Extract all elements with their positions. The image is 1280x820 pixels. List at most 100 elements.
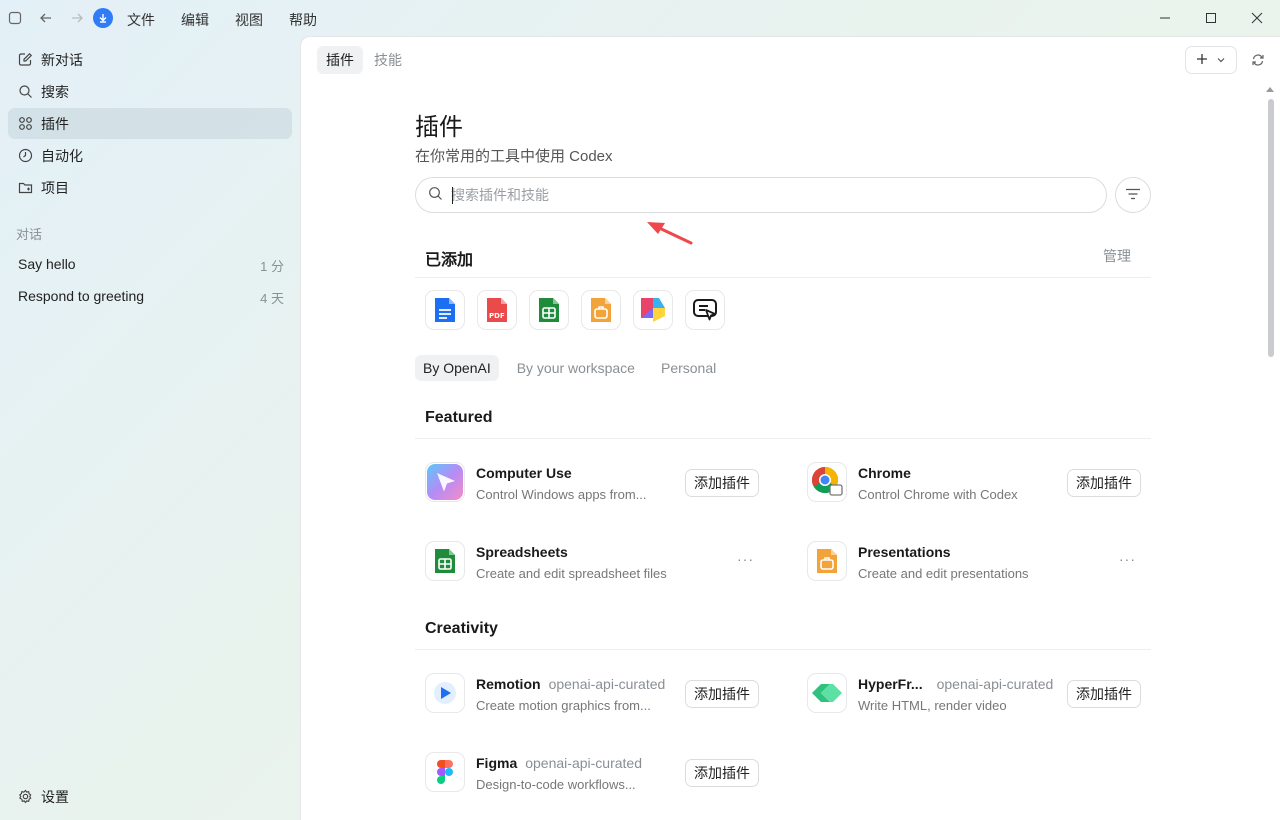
search-icon [17, 84, 33, 100]
search-field[interactable] [415, 177, 1107, 213]
more-options-icon[interactable]: ··· [737, 551, 754, 567]
add-plugin-button[interactable]: 添加插件 [1067, 469, 1141, 497]
divider [415, 438, 1151, 439]
manage-link[interactable]: 管理 [1103, 246, 1131, 266]
chevron-down-icon [1216, 52, 1226, 68]
sidebar-item-label: 项目 [41, 179, 69, 196]
minimize-button[interactable] [1142, 0, 1188, 36]
sidebar-toggle-icon[interactable] [2, 5, 28, 31]
plugin-card-chrome[interactable]: Chrome Control Chrome with Codex 添加插件 [797, 462, 1157, 504]
plugin-description: Create motion graphics from... [476, 698, 651, 713]
plugin-card-remotion[interactable]: Remotion openai-api-curated Create motion… [415, 673, 775, 715]
menu-view[interactable]: 视图 [235, 10, 263, 30]
filter-tab-by-workspace[interactable]: By your workspace [509, 355, 643, 381]
sidebar-item-label: 搜索 [41, 83, 69, 100]
chrome-icon [807, 462, 847, 502]
plugin-description: Design-to-code workflows... [476, 777, 636, 792]
plugin-source: openai-api-curated [525, 755, 642, 771]
sidebar-item-projects[interactable]: 项目 [8, 172, 292, 203]
plugin-card-presentations[interactable]: Presentations Create and edit presentati… [797, 541, 1157, 583]
add-plugin-button[interactable]: 添加插件 [685, 469, 759, 497]
slides-app-icon[interactable] [581, 290, 621, 330]
added-heading: 已添加 [425, 252, 474, 269]
filter-icon [1125, 187, 1141, 203]
sidebar-item-plugins[interactable]: 插件 [8, 108, 292, 139]
plugin-card-figma[interactable]: Figma openai-api-curated Design-to-code w… [415, 752, 775, 794]
filter-tab-by-openai[interactable]: By OpenAI [415, 355, 499, 381]
sidebar-item-new-chat[interactable]: 新对话 [8, 44, 292, 75]
more-options-icon[interactable]: ··· [1119, 551, 1136, 567]
chat-item[interactable]: Respond to greeting 4 天 [18, 288, 284, 307]
divider [415, 277, 1151, 278]
annotation-arrow [647, 222, 693, 245]
plugin-name: Spreadsheets [476, 544, 568, 560]
close-button[interactable] [1234, 0, 1280, 36]
pdf-app-icon[interactable]: PDF [477, 290, 517, 330]
tab-plugins[interactable]: 插件 [317, 46, 363, 74]
sidebar-item-label: 插件 [41, 115, 69, 132]
plugin-name: Figma openai-api-curated [476, 755, 642, 771]
plugin-card-hyperframes[interactable]: HyperFr... openai-api-curated Write HTML,… [797, 673, 1157, 715]
back-arrow-icon[interactable] [33, 5, 59, 31]
plugin-source: openai-api-curated [936, 676, 1054, 692]
top-tabs: 插件 技能 [317, 46, 413, 74]
plugin-name: Presentations [858, 544, 951, 560]
menu-file[interactable]: 文件 [127, 10, 155, 30]
folder-icon [17, 180, 33, 196]
plugin-description: Control Chrome with Codex [858, 487, 1018, 502]
plugin-source: openai-api-curated [548, 676, 666, 692]
grid-icon [17, 116, 33, 132]
plugin-title: Figma [476, 755, 518, 771]
plugin-name: HyperFr... openai-api-curated [858, 676, 1053, 692]
main-panel: 插件 技能 插件 在你常用的工具中使用 Codex 已添加 管理 PDF [300, 36, 1280, 820]
divider [415, 649, 1151, 650]
download-icon[interactable] [93, 8, 113, 28]
chat-item[interactable]: Say hello 1 分 [18, 256, 284, 275]
filter-button[interactable] [1115, 177, 1151, 213]
search-input[interactable] [451, 187, 1051, 203]
remotion-icon [425, 673, 465, 713]
refresh-icon[interactable] [1247, 49, 1269, 71]
sidebar-item-search[interactable]: 搜索 [8, 76, 292, 107]
menu-help[interactable]: 帮助 [289, 10, 317, 30]
plugin-title: Remotion [476, 676, 541, 692]
scroll-up-arrow[interactable] [1266, 87, 1274, 92]
title-bar: 文件 编辑 视图 帮助 [0, 0, 1280, 36]
add-dropdown-button[interactable] [1185, 46, 1237, 74]
add-plugin-button[interactable]: 添加插件 [685, 680, 759, 708]
sidebar-item-label: 新对话 [41, 51, 83, 68]
menu-edit[interactable]: 编辑 [181, 10, 209, 30]
plugin-description: Control Windows apps from... [476, 487, 647, 502]
add-plugin-button[interactable]: 添加插件 [685, 759, 759, 787]
scrollbar-thumb[interactable] [1268, 99, 1274, 357]
sidebar-item-label: 自动化 [41, 147, 83, 164]
sheets-app-icon[interactable] [529, 290, 569, 330]
docs-app-icon[interactable] [425, 290, 465, 330]
computer-use-app-icon[interactable] [685, 290, 725, 330]
svg-text:PDF: PDF [489, 312, 505, 320]
plus-icon [1196, 52, 1208, 68]
forward-arrow-icon[interactable] [64, 5, 90, 31]
edit-icon [17, 52, 33, 68]
plugin-card-computer-use[interactable]: Computer Use Control Windows apps from..… [415, 462, 775, 504]
chats-section-label: 对话 [16, 227, 43, 242]
tab-skills[interactable]: 技能 [365, 46, 411, 74]
design-app-icon[interactable] [633, 290, 673, 330]
featured-heading: Featured [425, 409, 493, 426]
add-plugin-button[interactable]: 添加插件 [1067, 680, 1141, 708]
settings-button[interactable]: 设置 [8, 781, 292, 812]
maximize-button[interactable] [1188, 0, 1234, 36]
menu-bar: 文件 编辑 视图 帮助 [127, 10, 343, 30]
gear-icon [17, 789, 33, 805]
plugin-name: Remotion openai-api-curated [476, 676, 665, 692]
chat-title: Say hello [18, 256, 76, 272]
computer-use-icon [425, 462, 465, 502]
filter-tab-personal[interactable]: Personal [653, 355, 724, 381]
sidebar: 新对话 搜索 插件 自动化 项目 对话 Say hello 1 分 Respon… [0, 36, 300, 820]
plugin-card-spreadsheets[interactable]: Spreadsheets Create and edit spreadsheet… [415, 541, 775, 583]
settings-label: 设置 [41, 788, 69, 805]
presentations-icon [807, 541, 847, 581]
sidebar-item-automation[interactable]: 自动化 [8, 140, 292, 171]
plugin-description: Create and edit spreadsheet files [476, 566, 667, 581]
chat-time: 4 天 [260, 291, 284, 306]
